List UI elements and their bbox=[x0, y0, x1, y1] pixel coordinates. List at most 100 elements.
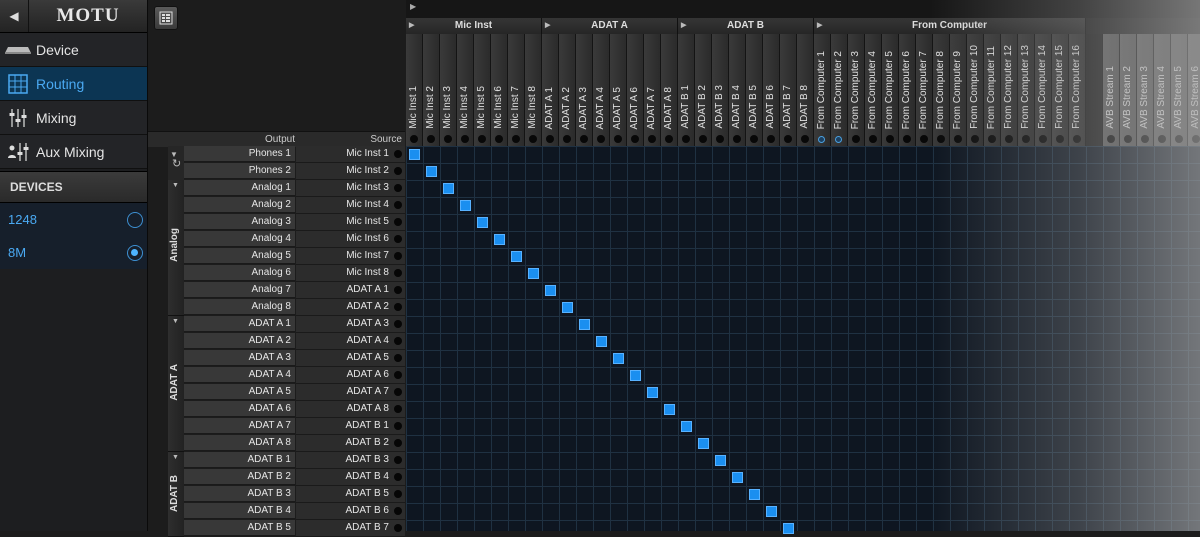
column-header[interactable]: From Computer 11 bbox=[984, 34, 1001, 146]
column-connect-dot[interactable] bbox=[801, 135, 809, 143]
column-header[interactable]: From Computer 3 bbox=[848, 34, 865, 146]
source-connect-dot[interactable] bbox=[394, 507, 402, 515]
routing-cell-active[interactable] bbox=[494, 234, 505, 245]
source-connect-dot[interactable] bbox=[394, 473, 402, 481]
column-header[interactable]: From Computer 8 bbox=[933, 34, 950, 146]
column-connect-dot[interactable] bbox=[971, 135, 979, 143]
column-header[interactable]: ADAT A 4 bbox=[593, 34, 610, 146]
routing-cell-active[interactable] bbox=[664, 404, 675, 415]
routing-cell-active[interactable] bbox=[732, 472, 743, 483]
column-connect-dot[interactable] bbox=[631, 135, 639, 143]
column-header[interactable]: Mic Inst 6 bbox=[491, 34, 508, 146]
column-connect-dot[interactable] bbox=[767, 135, 775, 143]
routing-cell-active[interactable] bbox=[783, 523, 794, 534]
tree-view-button[interactable] bbox=[154, 6, 178, 30]
routing-cell-active[interactable] bbox=[409, 149, 420, 160]
column-connect-dot[interactable] bbox=[444, 135, 452, 143]
nav-item-aux[interactable]: Aux Mixing bbox=[0, 135, 147, 169]
routing-cell-active[interactable] bbox=[545, 285, 556, 296]
device-item[interactable]: 8M bbox=[0, 236, 147, 269]
source-select[interactable]: ADAT A 7 bbox=[296, 384, 405, 401]
column-header[interactable]: Mic Inst 7 bbox=[508, 34, 525, 146]
routing-cell-active[interactable] bbox=[681, 421, 692, 432]
routing-cell-active[interactable] bbox=[596, 336, 607, 347]
row-group-header[interactable]: ▼ Analog bbox=[168, 180, 184, 316]
source-connect-dot[interactable] bbox=[394, 456, 402, 464]
source-connect-dot[interactable] bbox=[394, 269, 402, 277]
column-header[interactable]: ADAT B 8 bbox=[797, 34, 814, 146]
column-connect-dot[interactable] bbox=[648, 135, 656, 143]
column-group-header[interactable]: ▶ ADAT B bbox=[678, 18, 814, 34]
routing-cell-active[interactable] bbox=[579, 319, 590, 330]
column-header[interactable]: From Computer 2 bbox=[831, 34, 848, 146]
column-connect-dot[interactable] bbox=[563, 135, 571, 143]
column-header[interactable]: Mic Inst 2 bbox=[423, 34, 440, 146]
column-header[interactable]: AVB Stream 1 bbox=[1103, 34, 1120, 146]
column-connect-dot[interactable] bbox=[1158, 135, 1166, 143]
column-connect-dot[interactable] bbox=[597, 135, 605, 143]
source-connect-dot[interactable] bbox=[394, 405, 402, 413]
nav-item-routing[interactable]: Routing bbox=[0, 67, 147, 101]
column-header[interactable]: AVB Stream 2 bbox=[1120, 34, 1137, 146]
column-header[interactable]: From Computer 9 bbox=[950, 34, 967, 146]
column-header[interactable]: From Computer 6 bbox=[899, 34, 916, 146]
column-header[interactable]: Mic Inst 4 bbox=[457, 34, 474, 146]
column-header[interactable]: Mic Inst 3 bbox=[440, 34, 457, 146]
row-group-header[interactable]: ▼ ADAT A bbox=[168, 316, 184, 452]
source-connect-dot[interactable] bbox=[394, 167, 402, 175]
column-connect-dot[interactable] bbox=[1192, 135, 1200, 143]
row-group-header[interactable]: ▼ ADAT B bbox=[168, 452, 184, 537]
routing-cell-active[interactable] bbox=[613, 353, 624, 364]
source-select[interactable]: ADAT A 3 bbox=[296, 316, 405, 333]
column-header[interactable]: ADAT B 3 bbox=[712, 34, 729, 146]
routing-cell-active[interactable] bbox=[562, 302, 573, 313]
device-item[interactable]: 1248 bbox=[0, 203, 147, 236]
source-select[interactable]: ADAT B 7 bbox=[296, 520, 405, 537]
routing-cell-active[interactable] bbox=[715, 455, 726, 466]
column-header[interactable]: ADAT B 5 bbox=[746, 34, 763, 146]
collapse-triangle-icon[interactable]: ▼ bbox=[172, 454, 179, 461]
column-connect-dot[interactable] bbox=[1175, 135, 1183, 143]
column-connect-dot[interactable] bbox=[835, 136, 842, 143]
column-connect-dot[interactable] bbox=[546, 135, 554, 143]
source-select[interactable]: ADAT A 8 bbox=[296, 401, 405, 418]
column-header[interactable]: Mic Inst 8 bbox=[525, 34, 542, 146]
column-expander-bar[interactable]: ▶ bbox=[406, 0, 1200, 18]
routing-cell-active[interactable] bbox=[528, 268, 539, 279]
column-connect-dot[interactable] bbox=[1039, 135, 1047, 143]
column-connect-dot[interactable] bbox=[954, 135, 962, 143]
routing-cell-active[interactable] bbox=[460, 200, 471, 211]
column-connect-dot[interactable] bbox=[750, 135, 758, 143]
column-header[interactable]: From Computer 16 bbox=[1069, 34, 1086, 146]
column-connect-dot[interactable] bbox=[699, 135, 707, 143]
column-header[interactable]: From Computer 10 bbox=[967, 34, 984, 146]
routing-cell-active[interactable] bbox=[647, 387, 658, 398]
column-group-header[interactable]: ▶ Mic Inst bbox=[406, 18, 542, 34]
column-connect-dot[interactable] bbox=[1124, 135, 1132, 143]
source-select[interactable]: Mic Inst 2 bbox=[296, 163, 405, 180]
column-header[interactable]: From Computer 1 bbox=[814, 34, 831, 146]
routing-matrix[interactable] bbox=[406, 146, 1200, 534]
column-header[interactable]: ADAT B 6 bbox=[763, 34, 780, 146]
column-connect-dot[interactable] bbox=[512, 135, 520, 143]
source-connect-dot[interactable] bbox=[394, 490, 402, 498]
expand-triangle-icon[interactable]: ▶ bbox=[545, 18, 550, 34]
source-connect-dot[interactable] bbox=[394, 184, 402, 192]
device-radio[interactable] bbox=[127, 211, 143, 228]
column-connect-dot[interactable] bbox=[461, 135, 469, 143]
column-header[interactable]: From Computer 15 bbox=[1052, 34, 1069, 146]
routing-cell-active[interactable] bbox=[698, 438, 709, 449]
column-header[interactable]: AVB Stream 6 bbox=[1188, 34, 1200, 146]
column-connect-dot[interactable] bbox=[1005, 135, 1013, 143]
column-connect-dot[interactable] bbox=[1107, 135, 1115, 143]
column-header[interactable]: ADAT A 5 bbox=[610, 34, 627, 146]
routing-cell-active[interactable] bbox=[766, 506, 777, 517]
source-connect-dot[interactable] bbox=[394, 201, 402, 209]
column-group-header[interactable]: ▶ ADAT A bbox=[542, 18, 678, 34]
source-select[interactable]: Mic Inst 7 bbox=[296, 248, 405, 265]
column-connect-dot[interactable] bbox=[410, 135, 418, 143]
column-header[interactable]: ADAT B 7 bbox=[780, 34, 797, 146]
source-connect-dot[interactable] bbox=[394, 371, 402, 379]
source-connect-dot[interactable] bbox=[394, 235, 402, 243]
source-select[interactable]: ADAT B 1 bbox=[296, 418, 405, 435]
